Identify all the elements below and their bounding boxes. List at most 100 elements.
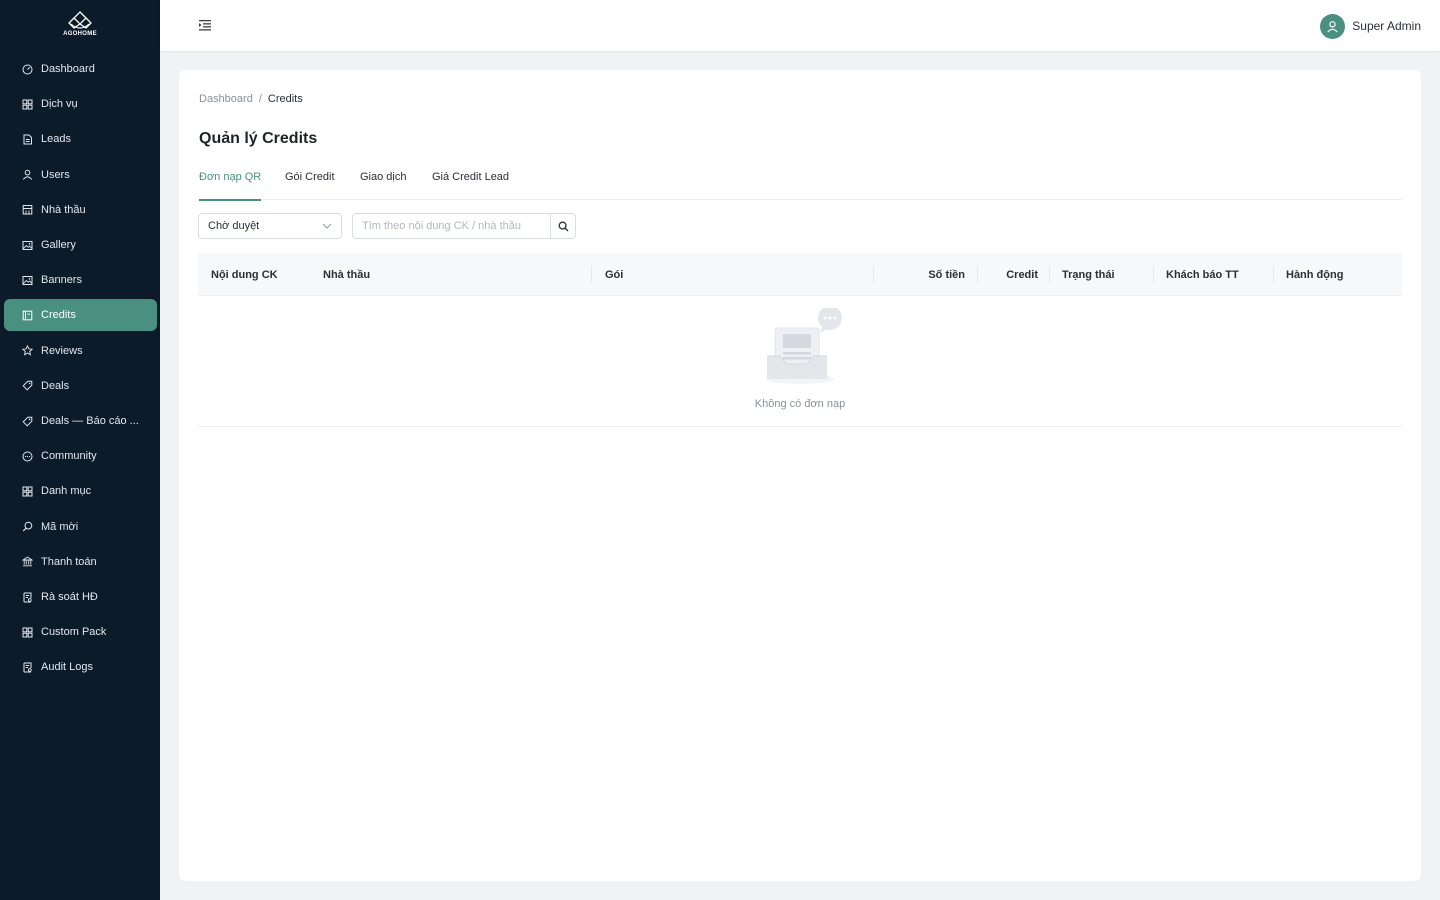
sidebar-item-label: Danh mục [41, 485, 92, 498]
sidebar-item-label: Gallery [41, 239, 76, 251]
status-select-value: Chờ duyệt [208, 220, 260, 232]
tab-gia-credit-lead[interactable]: Giá Credit Lead [432, 171, 509, 200]
user-icon [1327, 20, 1338, 32]
agohome-logo-icon [68, 11, 92, 29]
sidebar-item-reviews[interactable]: Reviews [4, 335, 157, 367]
breadcrumb: Dashboard / Credits [199, 93, 303, 105]
audit-icon [22, 592, 33, 603]
user-name: Super Admin [1352, 19, 1421, 33]
sidebar-item-danh-muc[interactable]: Danh mục [4, 475, 157, 507]
sidebar-item-label: Credits [41, 309, 76, 322]
empty-state-text: Không có đơn nạp [754, 398, 846, 410]
sidebar-item-custom-pack[interactable]: Custom Pack [4, 616, 157, 648]
column-header-trang-thai: Trạng thái [1062, 268, 1115, 281]
search-icon [22, 521, 33, 532]
grid-icon [22, 486, 33, 497]
sidebar-item-label: Community [41, 450, 97, 463]
sidebar-item-dich-vu[interactable]: Dịch vụ [4, 88, 157, 120]
status-select[interactable]: Chờ duyệt [198, 213, 342, 239]
tab-giao-dich[interactable]: Giao dịch [360, 171, 406, 200]
menu-toggle-button[interactable] [198, 18, 212, 32]
breadcrumb-separator: / [258, 93, 262, 105]
building-icon [22, 204, 33, 215]
wallet-icon [22, 310, 33, 321]
column-divider [591, 266, 592, 283]
avatar [1320, 13, 1346, 39]
search-input[interactable] [353, 214, 551, 238]
sidebar-item-nha-thau[interactable]: Nhà thầu [4, 194, 157, 226]
star-icon [22, 345, 33, 356]
sidebar-item-thanh-toan[interactable]: Thanh toán [4, 546, 157, 578]
tab-don-nap-qr[interactable]: Đơn nạp QR [199, 171, 262, 201]
sidebar-item-label: Nhà thầu [41, 203, 86, 216]
breadcrumb-current: Credits [267, 93, 303, 105]
sidebar-item-label: Mã mời [41, 520, 79, 533]
column-header-khach-bao-tt: Khách báo TT [1166, 268, 1239, 281]
sidebar-item-deals[interactable]: Deals [4, 370, 157, 402]
sidebar-item-label: Reviews [41, 344, 83, 357]
breadcrumb-dashboard-link[interactable]: Dashboard [199, 93, 253, 105]
image-icon [22, 275, 33, 286]
audit-icon [22, 662, 33, 673]
sidebar-item-community[interactable]: Community [4, 440, 157, 472]
column-header-goi: Gói [605, 268, 624, 281]
search-box [352, 213, 576, 239]
sidebar-item-label: Audit Logs [41, 661, 93, 674]
bank-icon [22, 556, 33, 567]
column-divider [977, 266, 978, 283]
sidebar-item-label: Deals — Báo cáo ... [41, 415, 139, 427]
chat-icon [22, 451, 33, 462]
sidebar-item-gallery[interactable]: Gallery [4, 229, 157, 261]
brand-logo[interactable]: AGOHOME [0, 10, 160, 44]
dashboard-icon [22, 64, 33, 75]
column-divider [1273, 266, 1274, 283]
brand-logo-text: AGOHOME [63, 31, 97, 37]
sidebar-item-label: Leads [41, 133, 71, 146]
sidebar-item-label: Thanh toán [41, 555, 97, 568]
document-icon [22, 134, 33, 145]
user-menu[interactable]: Super Admin [1320, 13, 1421, 39]
sidebar-item-label: Rà soát HĐ [41, 591, 98, 603]
chevron-down-icon [322, 223, 332, 229]
column-divider [1153, 266, 1154, 283]
table-header: Nội dung CK Nhà thầu Gói Số tiền Credit … [198, 253, 1402, 296]
sidebar-item-label: Banners [41, 274, 82, 287]
column-header-so-tien: Số tiền [928, 268, 965, 281]
page-title: Quản lý Credits [199, 130, 318, 147]
grid-icon [22, 99, 33, 110]
sidebar-item-label: Custom Pack [41, 626, 107, 639]
sidebar-item-label: Dịch vụ [41, 98, 78, 111]
sidebar-item-leads[interactable]: Leads [4, 123, 157, 155]
sidebar-item-label: Deals [41, 379, 70, 392]
sidebar-item-label: Users [41, 168, 70, 181]
column-header-noi-dung-ck: Nội dung CK [211, 268, 278, 281]
content-card: Dashboard / Credits Quản lý Credits Đơn … [179, 70, 1421, 881]
sidebar-item-audit-logs[interactable]: Audit Logs [4, 651, 157, 683]
top-header: Super Admin [160, 0, 1440, 51]
sidebar-item-credits[interactable]: Credits [4, 299, 157, 332]
table-empty-state: Không có đơn nạp [198, 296, 1402, 427]
tab-goi-credit[interactable]: Gói Credit [285, 171, 335, 200]
menu-fold-icon [199, 20, 211, 31]
column-divider [1049, 266, 1050, 283]
search-button[interactable] [550, 214, 575, 238]
sidebar-item-label: Dashboard [41, 63, 95, 75]
tag-icon [22, 416, 33, 427]
sidebar-item-dashboard[interactable]: Dashboard [4, 53, 157, 85]
grid-icon [22, 627, 33, 638]
column-header-hanh-dong: Hành động [1286, 268, 1344, 281]
tag-icon [22, 380, 33, 391]
sidebar-item-users[interactable]: Users [4, 159, 157, 191]
sidebar-item-ma-moi[interactable]: Mã mời [4, 511, 157, 543]
column-header-credit: Credit [1006, 268, 1038, 281]
sidebar: AGOHOME Dashboard Dịch vụ Leads Users Nhà th… [0, 0, 160, 900]
column-divider [873, 266, 874, 283]
column-header-nha-thau: Nhà thầu [323, 268, 371, 281]
image-icon [22, 240, 33, 251]
sidebar-item-ra-soat-hd[interactable]: Rà soát HĐ [4, 581, 157, 613]
sidebar-item-deals-bao-cao[interactable]: Deals — Báo cáo ... [4, 405, 157, 437]
sidebar-item-banners[interactable]: Banners [4, 264, 157, 296]
search-icon [558, 221, 569, 231]
user-icon [22, 169, 33, 180]
tabs: Đơn nạp QR Gói Credit Giao dịch Giá Cred… [199, 171, 1402, 201]
